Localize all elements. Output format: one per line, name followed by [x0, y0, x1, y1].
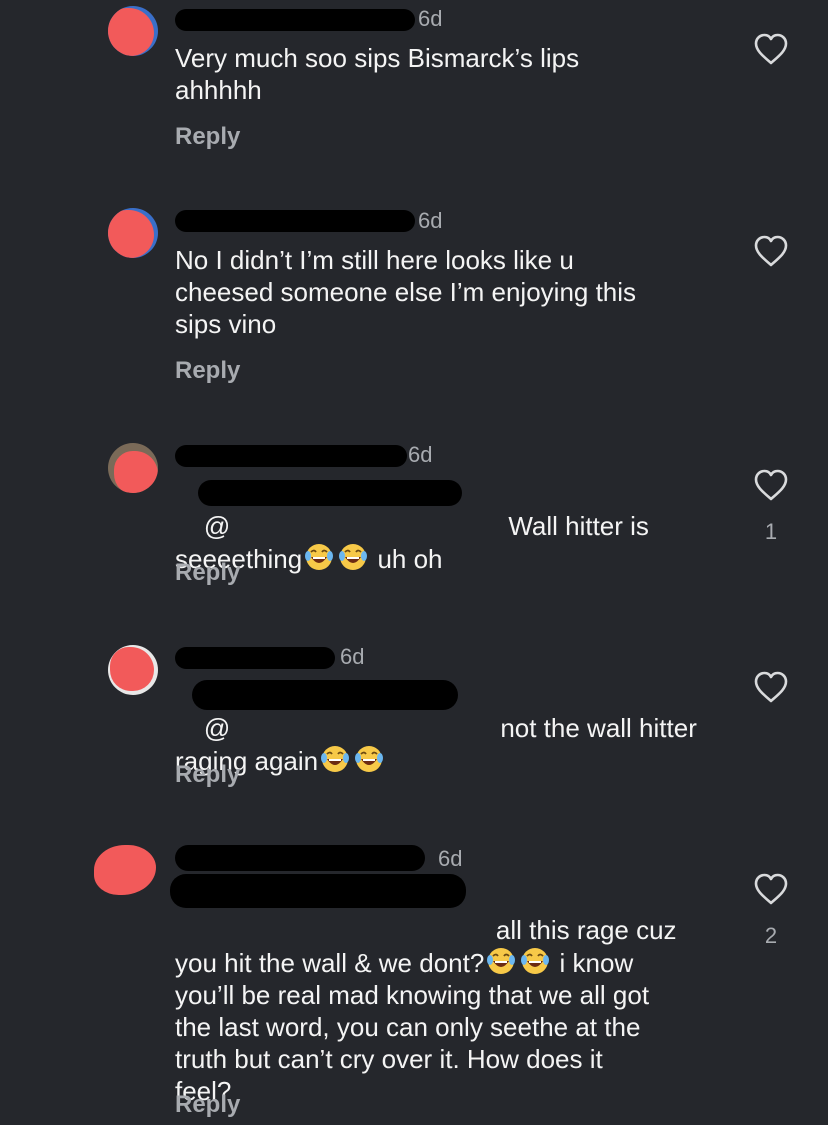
heart-icon[interactable] — [753, 670, 789, 704]
heart-icon[interactable] — [753, 234, 789, 268]
comment-timestamp: 6d — [408, 442, 433, 467]
comment-username-redacted — [175, 642, 335, 672]
mention-prefix: @ — [203, 511, 231, 541]
like-count: 1 — [764, 519, 778, 544]
reply-button[interactable]: Reply — [175, 1091, 240, 1119]
mention-redacted — [198, 480, 462, 506]
comment-username-redacted — [175, 842, 425, 872]
comment-text: Very much soo sips Bismarck’s lips ahhhh… — [175, 43, 580, 105]
comment-text-line2-end: uh oh — [370, 544, 443, 574]
avatar[interactable] — [108, 443, 158, 493]
comment-text: No I didn’t I’m still here looks like u … — [175, 245, 637, 339]
heart-icon[interactable] — [753, 468, 789, 502]
comment-username-redacted — [175, 4, 415, 34]
face-with-tears-of-joy-icon — [338, 542, 368, 572]
like-count: 2 — [764, 923, 778, 948]
mention-prefix: @ — [203, 713, 231, 743]
comment-text: all this rage cuz you hit the wall & we d… — [175, 882, 715, 1125]
avatar[interactable] — [108, 645, 158, 695]
comment-text-rest: you’ll be real mad knowing that we all g… — [175, 980, 650, 1106]
face-with-tears-of-joy-icon — [486, 946, 516, 976]
mention-redacted — [192, 680, 458, 710]
face-with-tears-of-joy-icon — [354, 744, 384, 774]
reply-button[interactable]: Reply — [175, 123, 240, 151]
comment-username-redacted — [175, 440, 407, 470]
reply-button[interactable]: Reply — [175, 357, 240, 385]
comment-text-line1: Wall hitter is — [508, 511, 649, 541]
comment-text-line2: you hit the wall & we dont? — [175, 948, 485, 978]
comment-timestamp: 6d — [418, 208, 443, 233]
heart-icon[interactable] — [753, 872, 789, 906]
reply-button[interactable]: Reply — [175, 559, 240, 587]
comment-text-line1: all this rage cuz — [495, 915, 677, 945]
avatar[interactable] — [108, 6, 158, 56]
comment-timestamp: 6d — [418, 6, 443, 31]
comment-timestamp: 6d — [340, 644, 365, 669]
comment-username-redacted — [175, 205, 415, 235]
reply-button[interactable]: Reply — [175, 761, 240, 789]
comment-text-line2-end: i know — [552, 948, 634, 978]
heart-icon[interactable] — [753, 32, 789, 66]
avatar[interactable] — [94, 845, 158, 895]
comment-timestamp: 6d — [438, 846, 463, 871]
avatar[interactable] — [108, 208, 158, 258]
face-with-tears-of-joy-icon — [304, 542, 334, 572]
comment-text-line1: not the wall hitter — [500, 713, 697, 743]
face-with-tears-of-joy-icon — [320, 744, 350, 774]
face-with-tears-of-joy-icon — [520, 946, 550, 976]
